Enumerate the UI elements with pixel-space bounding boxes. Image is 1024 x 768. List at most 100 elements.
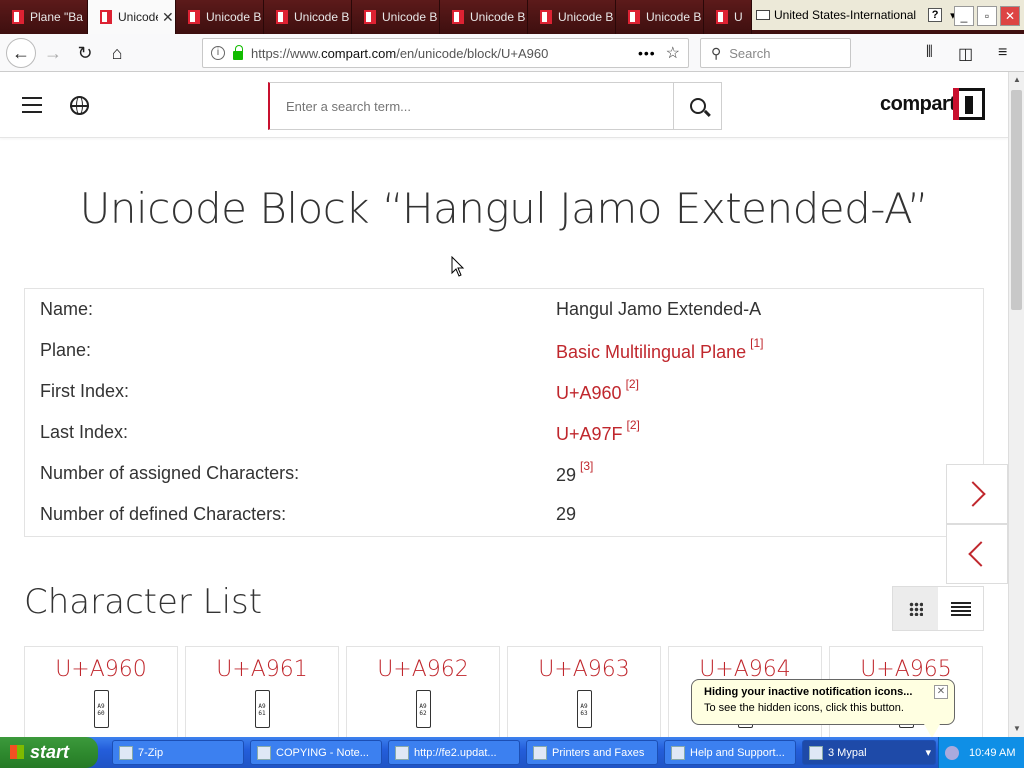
close-tab-icon[interactable]: ✕: [162, 9, 174, 26]
maximize-button[interactable]: ▫: [977, 6, 997, 26]
scrollbar-thumb[interactable]: [1011, 90, 1022, 310]
info-label: Number of assigned Characters:: [40, 463, 300, 483]
tab-unicode-9[interactable]: U: [704, 0, 752, 34]
reference-link[interactable]: [1]: [750, 336, 763, 350]
character-card[interactable]: U+A961 A9 61: [185, 646, 339, 737]
hamburger-menu-icon[interactable]: [22, 97, 42, 118]
site-search-input[interactable]: [270, 83, 673, 129]
grid-view-button[interactable]: [893, 587, 938, 630]
keyboard-layout-label: United States-International: [774, 8, 917, 22]
site-header: compart: [0, 72, 1008, 138]
chevron-right-icon: [960, 481, 986, 507]
forward-button[interactable]: →: [40, 40, 66, 66]
character-code: U+A960: [55, 657, 147, 682]
start-button[interactable]: start: [0, 737, 98, 768]
info-value-link[interactable]: Basic Multilingual Plane [1]: [556, 336, 763, 363]
info-label: First Index:: [40, 381, 130, 401]
list-icon: [950, 601, 971, 616]
chevron-left-icon: [968, 541, 994, 567]
character-card[interactable]: U+A962 A9 62: [346, 646, 500, 737]
tab-unicode-3[interactable]: Unicode B: [176, 0, 264, 34]
balloon-tail: [924, 724, 940, 738]
compart-logo[interactable]: compart: [880, 88, 986, 120]
character-card[interactable]: U+A963 A9 63: [507, 646, 661, 737]
notepad-icon: [257, 745, 271, 760]
library-icon[interactable]: ⫴: [926, 44, 933, 62]
info-value-link[interactable]: U+A97F [2]: [556, 418, 640, 445]
previous-block-button[interactable]: [946, 524, 1008, 584]
character-code: U+A961: [216, 657, 308, 682]
help-icon[interactable]: ?: [928, 8, 943, 22]
compart-favicon-icon: [276, 10, 288, 24]
info-label: Name:: [40, 299, 94, 319]
compart-favicon-icon: [364, 10, 376, 24]
taskbar-item-help[interactable]: Help and Support...: [664, 740, 796, 765]
tab-unicode-active[interactable]: Unicode ✕: [88, 0, 176, 34]
url-bar[interactable]: i https://www.compart.com/en/unicode/blo…: [202, 38, 689, 68]
tab-unicode-7[interactable]: Unicode B: [528, 0, 616, 34]
compart-favicon-icon: [12, 10, 24, 24]
site-search-button[interactable]: [673, 83, 721, 129]
reload-button[interactable]: ↻: [72, 40, 98, 66]
info-label: Number of defined Characters:: [40, 504, 287, 524]
page-scrollbar[interactable]: ▲ ▼: [1008, 72, 1024, 737]
character-code: U+A962: [377, 657, 469, 682]
browser-search-field[interactable]: ⚲ Search: [700, 38, 851, 68]
taskbar: start 7-Zip COPYING - Note... http://fe2…: [0, 737, 1024, 768]
info-row: First Index: U+A960 [2]: [25, 371, 985, 412]
menu-icon[interactable]: ≡: [998, 44, 1007, 62]
character-code: U+A963: [538, 657, 630, 682]
taskbar-item-printers[interactable]: Printers and Faxes: [526, 740, 658, 765]
search-icon: ⚲: [711, 44, 722, 61]
tab-unicode-4[interactable]: Unicode B: [264, 0, 352, 34]
tab-unicode-8[interactable]: Unicode B: [616, 0, 704, 34]
site-search: [268, 82, 722, 130]
taskbar-item-ie[interactable]: http://fe2.updat...: [388, 740, 520, 765]
reference-link[interactable]: [3]: [580, 459, 593, 473]
balloon-close-icon[interactable]: ✕: [934, 685, 948, 699]
tab-unicode-6[interactable]: Unicode B: [440, 0, 528, 34]
missing-glyph-box: A9 63: [576, 690, 592, 728]
list-view-button[interactable]: [938, 587, 983, 630]
character-card[interactable]: U+A960 A9 60: [24, 646, 178, 737]
compart-favicon-icon: [716, 10, 728, 24]
clock[interactable]: 10:49 AM: [969, 747, 1015, 759]
globe-icon[interactable]: [70, 96, 89, 115]
taskbar-item-notepad[interactable]: COPYING - Note...: [250, 740, 382, 765]
home-button[interactable]: ⌂: [104, 40, 130, 66]
info-row: Last Index: U+A97F [2]: [25, 412, 985, 453]
info-row: Number of defined Characters: 29: [25, 494, 985, 535]
missing-glyph-box: A9 61: [254, 690, 270, 728]
compart-favicon-icon: [452, 10, 464, 24]
back-button[interactable]: ←: [6, 38, 36, 68]
info-value: 29 [3]: [556, 459, 594, 485]
tab-unicode-5[interactable]: Unicode B: [352, 0, 440, 34]
windows-logo-icon: [10, 745, 24, 759]
keyboard-icon: [756, 10, 770, 20]
mouse-cursor-icon: [451, 256, 465, 277]
show-hidden-icons-button[interactable]: [945, 745, 959, 760]
notification-balloon[interactable]: Hiding your inactive notification icons.…: [691, 679, 955, 725]
page-actions-icon[interactable]: •••: [638, 45, 656, 61]
url-text[interactable]: https://www.compart.com/en/unicode/block…: [251, 46, 638, 61]
taskbar-item-7zip[interactable]: 7-Zip: [112, 740, 244, 765]
mypal-icon: [809, 745, 823, 760]
info-value-link[interactable]: U+A960 [2]: [556, 377, 639, 404]
scroll-down-arrow-icon[interactable]: ▼: [1009, 721, 1024, 737]
tab-plane[interactable]: Plane "Ba: [0, 0, 88, 34]
next-block-button[interactable]: [946, 464, 1008, 524]
compart-favicon-icon: [628, 10, 640, 24]
scroll-up-arrow-icon[interactable]: ▲: [1009, 72, 1024, 88]
web-page: compart Unicode Block “Hangul Jamo Exten…: [0, 72, 1008, 737]
reference-link[interactable]: [2]: [627, 418, 640, 432]
info-icon[interactable]: i: [211, 46, 225, 60]
sidebar-icon[interactable]: ◫: [958, 44, 973, 64]
close-window-button[interactable]: ✕: [1000, 6, 1020, 26]
minimize-button[interactable]: _: [954, 6, 974, 26]
grid-icon: [908, 601, 923, 616]
reference-link[interactable]: [2]: [626, 377, 639, 391]
bookmark-star-icon[interactable]: ☆: [666, 43, 680, 63]
info-label: Plane:: [40, 340, 92, 360]
view-toggle: [892, 586, 984, 631]
taskbar-item-mypal[interactable]: 3 Mypal ▾: [802, 740, 936, 765]
